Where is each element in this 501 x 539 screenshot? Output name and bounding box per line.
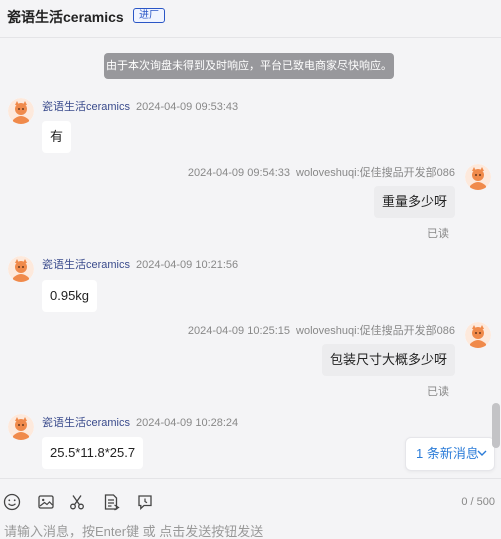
factory-badge[interactable]: 进厂 bbox=[133, 8, 165, 23]
message-bubble[interactable]: 有 bbox=[42, 121, 72, 153]
message-time: 2024-04-09 10:25:15 bbox=[187, 325, 291, 337]
message-input[interactable]: 请输入消息，按Enter键 或 点击发送按钮发送 bbox=[4, 521, 263, 539]
buyer-avatar[interactable] bbox=[465, 164, 491, 190]
message-meta: 2024-04-09 09:54:33 woloveshuqi:促佳搜品开发部08… bbox=[188, 164, 455, 180]
scrollbar-thumb[interactable] bbox=[492, 403, 500, 448]
seller-avatar[interactable] bbox=[8, 414, 34, 440]
message-sender: woloveshuqi:促佳搜品开发部086 bbox=[296, 167, 455, 179]
message-bubble[interactable]: 25.5*11.8*25.7 bbox=[42, 437, 144, 469]
message-bubble[interactable]: 重量多少呀 bbox=[373, 186, 455, 218]
image-icon[interactable] bbox=[36, 492, 56, 512]
message-time: 2024-04-09 09:53:43 bbox=[136, 101, 239, 113]
composer-divider bbox=[0, 478, 501, 479]
message-bubble[interactable]: 0.95kg bbox=[42, 280, 98, 312]
chevron-down-icon bbox=[476, 438, 488, 482]
read-status: 已读 bbox=[427, 228, 449, 240]
message-time: 2024-04-09 09:54:33 bbox=[187, 167, 291, 179]
message-meta: 瓷语生活ceramics 2024-04-09 10:21:56 bbox=[42, 256, 238, 272]
message-sender: 瓷语生活ceramics bbox=[42, 417, 131, 429]
read-status: 已读 bbox=[427, 386, 449, 398]
message-meta: 瓷语生活ceramics 2024-04-09 09:53:43 bbox=[42, 98, 238, 114]
scissors-icon[interactable] bbox=[67, 492, 87, 512]
shop-name[interactable]: 瓷语生活ceramics bbox=[7, 7, 124, 27]
cat-avatar-icon bbox=[8, 414, 34, 440]
cat-avatar-icon bbox=[465, 164, 491, 190]
cat-avatar-icon bbox=[8, 98, 34, 124]
chat-header: 瓷语生活ceramics 进厂 bbox=[0, 0, 501, 38]
cat-avatar-icon bbox=[465, 322, 491, 348]
buyer-avatar[interactable] bbox=[465, 322, 491, 348]
message-meta: 2024-04-09 10:25:15 woloveshuqi:促佳搜品开发部08… bbox=[188, 322, 455, 338]
cat-avatar-icon bbox=[8, 256, 34, 282]
seller-avatar[interactable] bbox=[8, 98, 34, 124]
message-sender: 瓷语生活ceramics bbox=[42, 101, 131, 113]
message-time: 2024-04-09 10:28:24 bbox=[136, 417, 239, 429]
char-counter: 0 / 500 bbox=[461, 496, 495, 508]
document-icon[interactable] bbox=[101, 492, 121, 512]
system-notice: 由于本次询盘未得到及时响应，平台已致电商家尽快响应。 bbox=[104, 53, 394, 79]
seller-avatar[interactable] bbox=[8, 256, 34, 282]
message-sender: woloveshuqi:促佳搜品开发部086 bbox=[296, 325, 455, 337]
new-messages-button[interactable]: 1 条新消息 bbox=[405, 437, 495, 471]
emoji-icon[interactable] bbox=[2, 492, 22, 512]
message-meta: 瓷语生活ceramics 2024-04-09 10:28:24 bbox=[42, 414, 238, 430]
message-bubble[interactable]: 包装尺寸大概多少呀 bbox=[321, 344, 455, 376]
message-sender: 瓷语生活ceramics bbox=[42, 259, 131, 271]
history-icon[interactable] bbox=[135, 492, 155, 512]
message-time: 2024-04-09 10:21:56 bbox=[136, 259, 239, 271]
new-messages-label: 1 条新消息 bbox=[416, 446, 479, 461]
